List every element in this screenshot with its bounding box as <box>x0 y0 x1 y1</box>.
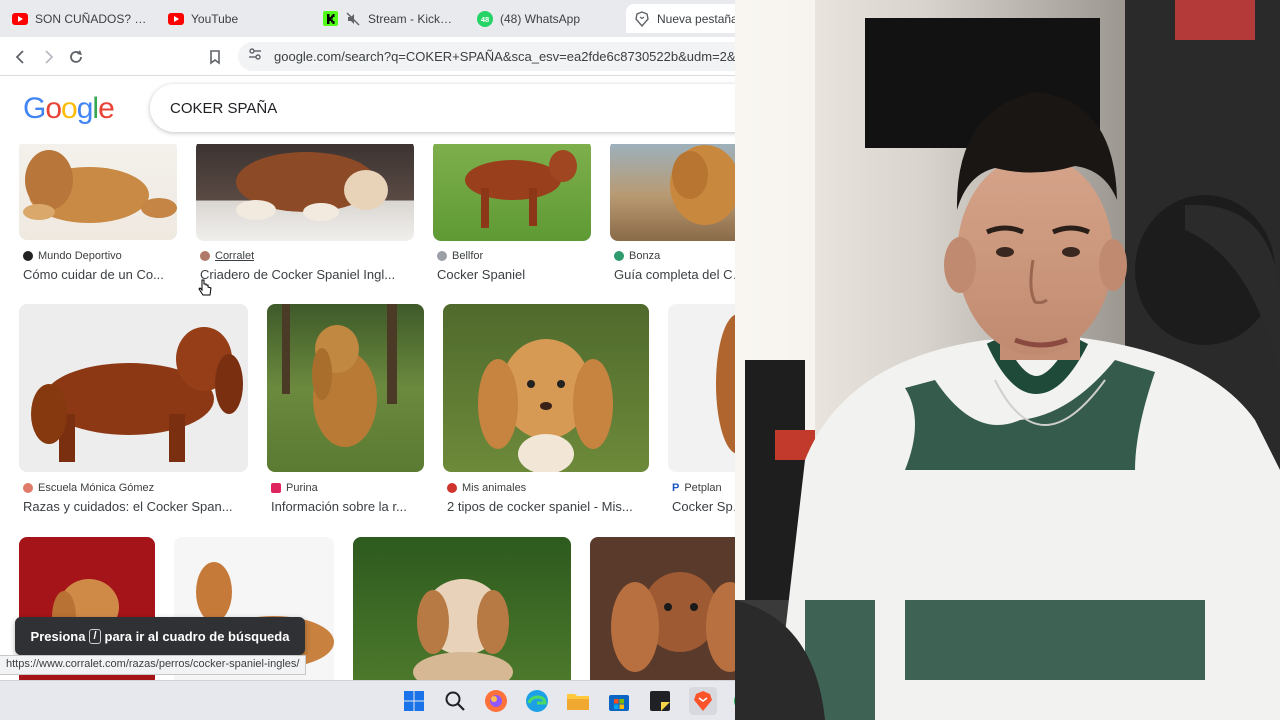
firefox-icon[interactable] <box>482 687 510 715</box>
file-explorer-icon[interactable] <box>564 687 592 715</box>
forward-arrow-icon <box>45 50 54 64</box>
store-icon[interactable] <box>605 687 633 715</box>
address-bar[interactable]: google.com/search?q=COKER+SPAÑA&sca_esv=… <box>238 42 750 71</box>
brave-icon <box>634 10 650 27</box>
result-thumbnail[interactable] <box>19 144 177 240</box>
tab-label: (48) WhatsApp <box>500 11 581 26</box>
google-logo[interactable]: Google <box>23 92 115 126</box>
forward-button[interactable] <box>36 45 60 69</box>
tab-youtube[interactable]: YouTube <box>168 4 298 33</box>
hand-cursor-icon <box>198 279 212 304</box>
google-search-box[interactable]: COKER SPAÑA <box>150 84 750 132</box>
image-results-grid: Mundo Deportivo Cómo cuidar de un Co... … <box>0 144 750 684</box>
source-favicon <box>447 483 457 493</box>
result-thumbnail[interactable] <box>196 144 414 241</box>
edge-icon[interactable] <box>523 687 551 715</box>
windows-start-icon[interactable] <box>400 687 428 715</box>
back-button[interactable] <box>9 45 33 69</box>
image-result-card[interactable]: Escuela Mónica Gómez Razas y cuidados: e… <box>19 304 248 519</box>
result-title[interactable]: Guía completa del Co... <box>614 267 746 282</box>
result-title[interactable]: Cocker Spaniel <box>437 267 587 282</box>
brave-icon[interactable] <box>689 687 717 715</box>
tab-nueva-pestana[interactable]: Nueva pestaña <box>626 4 750 33</box>
webcam-overlay <box>735 0 1280 720</box>
result-source: Bellfor <box>437 250 483 262</box>
reload-button[interactable] <box>64 45 88 69</box>
tab-whatsapp[interactable]: 48 (48) WhatsApp <box>477 4 612 33</box>
result-source: Mundo Deportivo <box>23 250 122 262</box>
muted-speaker-icon[interactable] <box>345 11 361 27</box>
youtube-icon <box>168 11 184 27</box>
reload-icon <box>70 50 82 63</box>
result-source: Purina <box>271 482 318 494</box>
browser-window: SON CUÑADOS? - Yo YouTube Stream - Kick … <box>0 0 750 720</box>
source-favicon <box>614 251 624 261</box>
whatsapp-icon: 48 <box>477 10 493 27</box>
tab-son-cunados[interactable]: SON CUÑADOS? - Yo <box>12 4 148 33</box>
result-thumbnail[interactable] <box>590 537 750 684</box>
tab-kick-stream[interactable]: Stream - Kick Das <box>322 4 454 33</box>
bookmark-button[interactable] <box>203 45 227 69</box>
result-title[interactable]: Información sobre la r... <box>271 499 421 514</box>
site-settings-icon[interactable] <box>248 47 262 66</box>
google-header: Google COKER SPAÑA <box>0 76 750 144</box>
svg-text:48: 48 <box>481 15 489 24</box>
tab-label: Stream - Kick Das <box>368 11 454 26</box>
sticky-notes-icon[interactable] <box>646 687 674 715</box>
result-source: Bonza <box>614 250 660 262</box>
result-title[interactable]: 2 tipos de cocker spaniel - Mis... <box>447 499 647 514</box>
screen: SON CUÑADOS? - Yo YouTube Stream - Kick … <box>0 0 1280 720</box>
tab-label: YouTube <box>191 11 239 26</box>
result-source: Mis animales <box>447 482 526 494</box>
keyboard-hint-toast: Presiona / para ir al cuadro de búsqueda <box>15 617 305 655</box>
youtube-icon <box>12 11 28 27</box>
bookmark-icon <box>210 50 220 65</box>
result-thumbnail[interactable] <box>267 304 424 472</box>
result-thumbnail[interactable] <box>610 144 750 241</box>
result-thumbnail[interactable] <box>19 304 248 472</box>
source-favicon <box>23 251 33 261</box>
url-text: google.com/search?q=COKER+SPAÑA&sca_esv=… <box>274 49 746 64</box>
petplan-favicon-icon: P <box>672 482 680 494</box>
result-title[interactable]: Criadero de Cocker Spaniel Ingl... <box>200 267 410 282</box>
source-favicon <box>437 251 447 261</box>
tab-label: Nueva pestaña <box>657 11 738 26</box>
result-source: P Petplan <box>672 482 722 494</box>
link-status-bar: https://www.corralet.com/razas/perros/co… <box>0 655 307 675</box>
source-favicon <box>200 251 210 261</box>
tab-label: SON CUÑADOS? - Yo <box>35 11 148 26</box>
image-result-card[interactable] <box>590 537 750 684</box>
result-title[interactable]: Razas y cuidados: el Cocker Span... <box>23 499 245 514</box>
image-result-card[interactable]: Bellfor Cocker Spaniel <box>433 144 591 284</box>
slash-key: / <box>89 628 101 644</box>
back-arrow-icon <box>15 50 24 64</box>
source-favicon <box>271 483 281 493</box>
source-favicon <box>23 483 33 493</box>
tab-strip: SON CUÑADOS? - Yo YouTube Stream - Kick … <box>0 0 750 37</box>
result-thumbnail[interactable] <box>443 304 649 472</box>
image-result-card[interactable]: Mundo Deportivo Cómo cuidar de un Co... <box>19 144 177 284</box>
image-result-card[interactable]: Purina Información sobre la r... <box>267 304 424 519</box>
image-result-card[interactable] <box>353 537 571 684</box>
image-result-card[interactable]: Mis animales 2 tipos de cocker spaniel -… <box>443 304 649 519</box>
image-result-card[interactable]: Bonza Guía completa del Co... <box>610 144 750 284</box>
result-thumbnail[interactable] <box>353 537 571 684</box>
result-title[interactable]: Cómo cuidar de un Co... <box>23 267 173 282</box>
result-source: Corralet <box>200 250 254 262</box>
windows-taskbar <box>0 680 750 720</box>
browser-toolbar: google.com/search?q=COKER+SPAÑA&sca_esv=… <box>0 37 750 76</box>
search-query: COKER SPAÑA <box>170 99 278 117</box>
image-result-card[interactable]: Corralet Criadero de Cocker Spaniel Ingl… <box>196 144 414 284</box>
search-icon[interactable] <box>441 687 469 715</box>
kick-icon <box>322 11 338 27</box>
result-source: Escuela Mónica Gómez <box>23 482 154 494</box>
result-thumbnail[interactable] <box>433 144 591 241</box>
